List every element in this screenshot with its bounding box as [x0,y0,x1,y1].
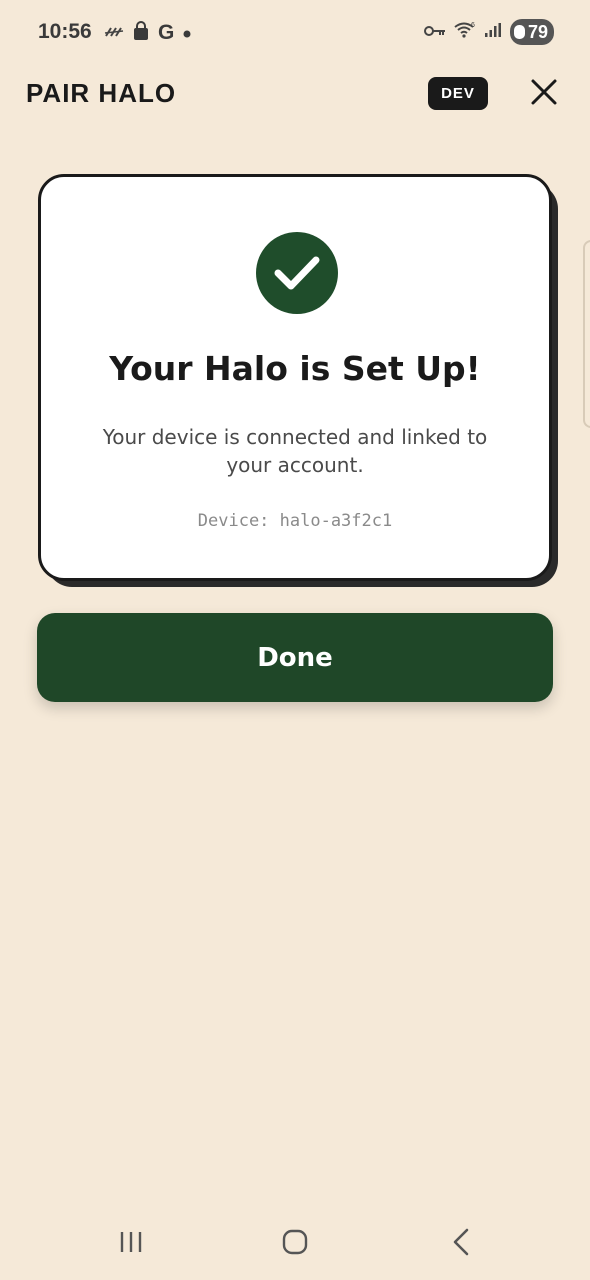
close-button[interactable] [524,76,564,112]
status-left-icons: G [104,21,192,45]
back-button[interactable] [436,1222,486,1266]
card-description: Your device is connected and linked to y… [102,425,488,477]
done-button[interactable]: Done [37,613,553,702]
dev-badge: DEV [428,77,488,110]
recents-button[interactable] [106,1222,156,1266]
app-header: PAIR HALO DEV [0,64,590,124]
svg-text:6: 6 [471,22,475,29]
recents-icon [118,1230,144,1258]
page-title: PAIR HALO [26,78,177,108]
signal-icon [484,22,502,42]
dot-icon [182,24,192,43]
status-time: 10:56 [38,20,92,43]
wifi-icon: 6 [454,21,476,43]
back-icon [451,1228,471,1260]
check-circle-icon [256,232,338,314]
battery-level: 79 [527,21,548,42]
close-icon [530,78,558,110]
key-icon [423,23,446,42]
success-card: Your Halo is Set Up! Your device is conn… [38,174,552,581]
battery-icon: 79 [509,19,554,45]
home-icon [281,1228,309,1260]
navigation-bar [0,1208,590,1280]
card-title: Your Halo is Set Up! [109,349,481,388]
shopping-bag-icon [132,21,150,45]
device-id: Device: halo-a3f2c1 [197,511,393,531]
home-button[interactable] [270,1222,320,1266]
status-bar: 10:56 G 6 79 [0,0,590,64]
google-icon: G [158,21,175,44]
signal-strike-icon [104,22,124,44]
edge-panel-handle[interactable] [583,240,590,428]
status-right-icons: 6 79 [423,19,554,45]
